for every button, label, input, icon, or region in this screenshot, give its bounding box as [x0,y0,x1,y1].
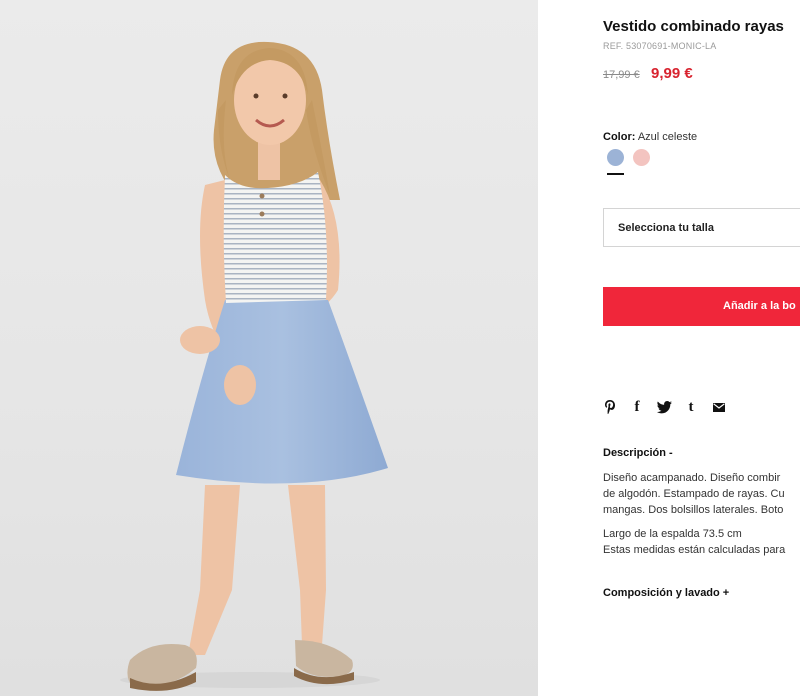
model-illustration [120,41,388,691]
product-info-panel: Vestido combinado rayas REF. 53070691-MO… [538,0,800,696]
swatch-azul-celeste[interactable] [607,149,624,166]
composition-heading[interactable]: Composición y lavado + [603,587,729,599]
mail-icon[interactable] [712,398,726,416]
pinterest-icon[interactable] [603,398,617,416]
product-title: Vestido combinado rayas [603,18,784,35]
tumblr-icon[interactable]: t [685,398,697,416]
description-line: mangas. Dos bolsillos laterales. Boto [603,504,784,516]
selected-swatch-indicator [607,173,624,175]
color-value: Azul celeste [637,131,698,143]
description-line: de algodón. Estampado de rayas. Cu [603,488,785,500]
swatch-rosa[interactable] [633,149,650,166]
add-to-bag-label: Añadir a la bo [723,300,796,312]
add-to-bag-button[interactable]: Añadir a la bo [603,287,800,326]
measurement-line: Estas medidas están calculadas para [603,544,786,556]
description-heading[interactable]: Descripción - [603,447,673,459]
facebook-icon[interactable]: f [631,398,643,416]
description-line: Diseño acampanado. Diseño combir [603,472,781,484]
size-select[interactable]: Selecciona tu talla [603,208,800,247]
product-reference: REF. 53070691-MONIC-LA [603,41,717,51]
product-photo [0,0,538,696]
original-price: 17,99 € [603,69,640,81]
measurement-line: Largo de la espalda 73.5 cm [603,528,742,540]
twitter-icon[interactable] [656,398,672,416]
size-select-placeholder: Selecciona tu talla [618,222,714,234]
color-label-row: Color: Azul celeste [603,131,697,143]
sale-price: 9,99 € [651,65,693,82]
color-label: Color: [603,131,636,143]
